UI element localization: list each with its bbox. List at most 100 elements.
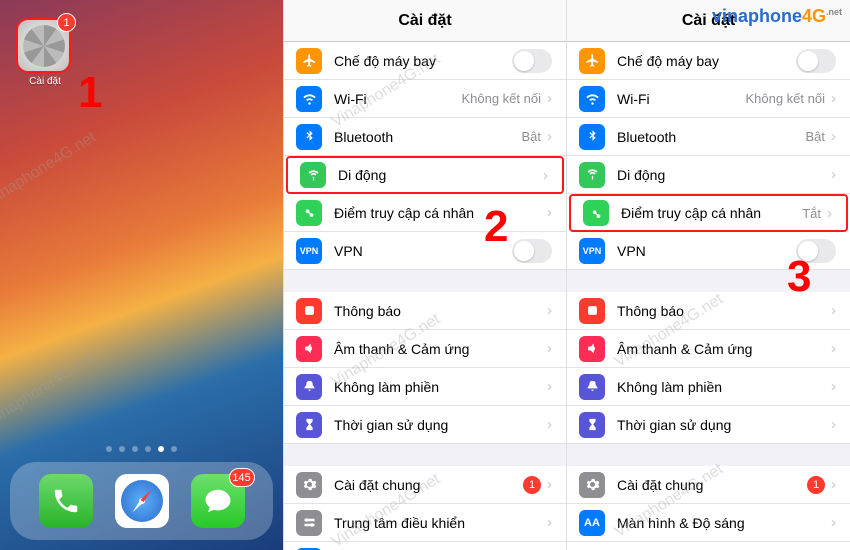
sounds-label: Âm thanh & Cảm ứng <box>617 341 831 357</box>
row-cellular[interactable]: Di động › <box>286 156 564 194</box>
wifi-value: Không kết nối <box>461 91 541 106</box>
cellular-label: Di động <box>617 167 831 183</box>
bluetooth-value: Bật <box>805 129 825 144</box>
row-display[interactable]: AA Màn hình & Độ sáng › <box>567 504 850 542</box>
screentime-icon <box>296 412 322 438</box>
chevron-right-icon: › <box>547 416 552 433</box>
row-bluetooth[interactable]: Bluetooth Bật › <box>284 118 566 156</box>
row-vpn[interactable]: VPN VPN <box>284 232 566 270</box>
row-screentime[interactable]: Thời gian sử dụng › <box>567 406 850 444</box>
cellular-label: Di động <box>338 167 543 183</box>
row-general[interactable]: Cài đặt chung 1 › <box>284 466 566 504</box>
row-general[interactable]: Cài đặt chung 1 › <box>567 466 850 504</box>
settings-app-label: Cài đặt <box>16 76 74 87</box>
chevron-right-icon: › <box>547 378 552 395</box>
controlcenter-icon <box>296 510 322 536</box>
row-dnd[interactable]: Không làm phiền › <box>567 368 850 406</box>
gear-icon <box>579 472 605 498</box>
page-dots[interactable] <box>0 446 283 452</box>
cellular-icon <box>300 162 326 188</box>
bluetooth-icon <box>296 124 322 150</box>
row-sounds[interactable]: Âm thanh & Cảm ứng › <box>284 330 566 368</box>
chevron-right-icon: › <box>831 514 836 531</box>
chevron-right-icon: › <box>547 204 552 221</box>
chevron-right-icon: › <box>831 340 836 357</box>
chevron-right-icon: › <box>831 416 836 433</box>
general-badge: 1 <box>807 476 825 494</box>
sounds-icon <box>296 336 322 362</box>
step-2-annotation: 2 <box>484 202 508 252</box>
hotspot-icon <box>296 200 322 226</box>
screentime-icon <box>579 412 605 438</box>
airplane-icon <box>579 48 605 74</box>
bluetooth-label: Bluetooth <box>334 129 521 145</box>
airplane-toggle[interactable] <box>512 49 552 73</box>
message-icon <box>203 486 233 516</box>
chevron-right-icon: › <box>547 476 552 493</box>
hotspot-label: Điểm truy cập cá nhân <box>621 205 802 221</box>
chevron-right-icon: › <box>831 90 836 107</box>
gear-icon <box>23 25 65 67</box>
step-3-annotation: 3 <box>787 252 811 302</box>
chevron-right-icon: › <box>547 302 552 319</box>
home-screen-panel: 1 Cài đặt 1 Vinaphone4G.net Vinaphone4G.… <box>0 0 283 550</box>
row-notifications[interactable]: Thông báo › <box>284 292 566 330</box>
vpn-toggle[interactable] <box>512 239 552 263</box>
settings-panel-3: Cài đặt vinaphone4G.net Chế độ máy bay W… <box>566 0 850 550</box>
row-airplane[interactable]: Chế độ máy bay <box>284 42 566 80</box>
display-label: Màn hình & Độ sáng <box>617 515 831 531</box>
settings-app-icon[interactable]: 1 Cài đặt <box>16 18 74 88</box>
wifi-label: Wi-Fi <box>334 91 461 107</box>
row-controlcenter[interactable]: Trung tâm điều khiển › <box>284 504 566 542</box>
wifi-icon <box>296 86 322 112</box>
wifi-label: Wi-Fi <box>617 91 745 107</box>
row-dnd[interactable]: Không làm phiền › <box>284 368 566 406</box>
chevron-right-icon: › <box>831 128 836 145</box>
sounds-icon <box>579 336 605 362</box>
messages-badge: 145 <box>229 468 255 487</box>
hotspot-value: Tắt <box>802 206 821 221</box>
row-wifi[interactable]: Wi-Fi Không kết nối › <box>284 80 566 118</box>
screentime-label: Thời gian sử dụng <box>334 417 547 433</box>
compass-icon <box>121 480 163 522</box>
display-icon: AA <box>579 510 605 536</box>
watermark: Vinaphone4G.net <box>0 128 100 209</box>
vpn-label: VPN <box>617 243 796 259</box>
general-label: Cài đặt chung <box>617 477 807 493</box>
gear-icon <box>296 472 322 498</box>
wifi-value: Không kết nối <box>745 91 825 106</box>
chevron-right-icon: › <box>547 340 552 357</box>
wifi-icon <box>579 86 605 112</box>
chevron-right-icon: › <box>547 514 552 531</box>
hotspot-label: Điểm truy cập cá nhân <box>334 205 547 221</box>
wallpaper: 1 Cài đặt 1 Vinaphone4G.net Vinaphone4G.… <box>0 0 283 550</box>
row-hotspot[interactable]: Điểm truy cập cá nhân Tắt › <box>569 194 848 232</box>
vpn-icon: VPN <box>579 238 605 264</box>
notifications-label: Thông báo <box>617 303 831 319</box>
bluetooth-icon <box>579 124 605 150</box>
chevron-right-icon: › <box>831 302 836 319</box>
notifications-label: Thông báo <box>334 303 547 319</box>
row-airplane[interactable]: Chế độ máy bay <box>567 42 850 80</box>
watermark: Vinaphone4G.net <box>0 348 100 429</box>
row-cellular[interactable]: Di động › <box>567 156 850 194</box>
vinaphone-logo: vinaphone4G.net <box>712 6 842 27</box>
row-display[interactable]: AA Màn hình & Độ sáng › <box>284 542 566 550</box>
cellular-icon <box>579 162 605 188</box>
airplane-label: Chế độ máy bay <box>334 53 512 69</box>
phone-app-icon[interactable] <box>39 474 93 528</box>
safari-app-icon[interactable] <box>115 474 169 528</box>
row-sounds[interactable]: Âm thanh & Cảm ứng › <box>567 330 850 368</box>
airplane-label: Chế độ máy bay <box>617 53 796 69</box>
airplane-toggle[interactable] <box>796 49 836 73</box>
row-bluetooth[interactable]: Bluetooth Bật › <box>567 118 850 156</box>
vpn-icon: VPN <box>296 238 322 264</box>
row-hotspot[interactable]: Điểm truy cập cá nhân › <box>284 194 566 232</box>
settings-badge: 1 <box>57 13 76 32</box>
row-screentime[interactable]: Thời gian sử dụng › <box>284 406 566 444</box>
messages-app-icon[interactable]: 145 <box>191 474 245 528</box>
row-wifi[interactable]: Wi-Fi Không kết nối › <box>567 80 850 118</box>
bluetooth-value: Bật <box>521 129 541 144</box>
phone-icon <box>51 486 81 516</box>
controlcenter-label: Trung tâm điều khiển <box>334 515 547 531</box>
